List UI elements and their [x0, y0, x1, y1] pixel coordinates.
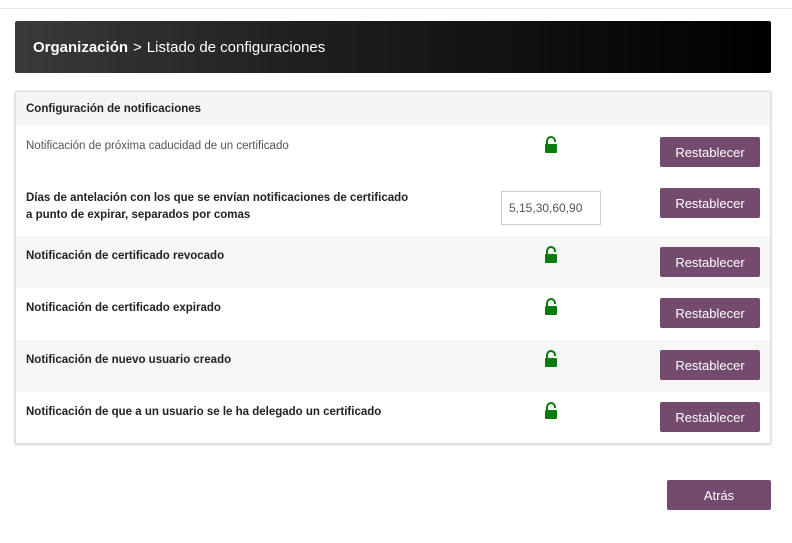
setting-label: Notificación de nuevo usuario creado [26, 354, 232, 366]
unlock-icon[interactable] [544, 136, 558, 154]
settings-row-new-user-notification: Notificación de nuevo usuario creado Res… [16, 340, 770, 392]
top-divider [0, 8, 792, 9]
panel-title: Configuración de notificaciones [16, 92, 770, 126]
reset-button[interactable]: Restablecer [660, 188, 760, 218]
breadcrumb: Organización > Listado de configuracione… [15, 21, 771, 73]
setting-label: Notificación de próxima caducidad de un … [26, 140, 289, 152]
back-button[interactable]: Atrás [667, 480, 771, 510]
settings-row-advance-days: Días de antelación con los que se envían… [16, 178, 770, 236]
breadcrumb-root[interactable]: Organización [33, 39, 128, 56]
breadcrumb-current: Listado de configuraciones [146, 38, 326, 56]
advance-days-input[interactable] [501, 191, 601, 225]
settings-row-delegated-certificate-notification: Notificación de que a un usuario se le h… [16, 392, 770, 444]
unlock-icon[interactable] [544, 298, 558, 316]
setting-label: Notificación de que a un usuario se le h… [26, 406, 382, 418]
unlock-icon[interactable] [544, 246, 558, 264]
reset-button[interactable]: Restablecer [660, 137, 760, 167]
reset-button[interactable]: Restablecer [660, 402, 760, 432]
notifications-settings-panel: Configuración de notificaciones Notifica… [15, 91, 771, 444]
reset-button[interactable]: Restablecer [660, 350, 760, 380]
reset-button[interactable]: Restablecer [660, 247, 760, 277]
unlock-icon[interactable] [544, 402, 558, 420]
reset-button[interactable]: Restablecer [660, 298, 760, 328]
breadcrumb-separator: > [133, 38, 142, 56]
unlock-icon[interactable] [544, 350, 558, 368]
settings-row-revoked-notification: Notificación de certificado revocado Res… [16, 236, 770, 288]
setting-label: Notificación de certificado revocado [26, 250, 225, 262]
setting-label: Días de antelación con los que se envían… [26, 192, 409, 221]
settings-row-expired-notification: Notificación de certificado expirado Res… [16, 288, 770, 340]
setting-label: Notificación de certificado expirado [26, 302, 221, 314]
settings-row-expiry-notification: Notificación de próxima caducidad de un … [16, 126, 770, 178]
